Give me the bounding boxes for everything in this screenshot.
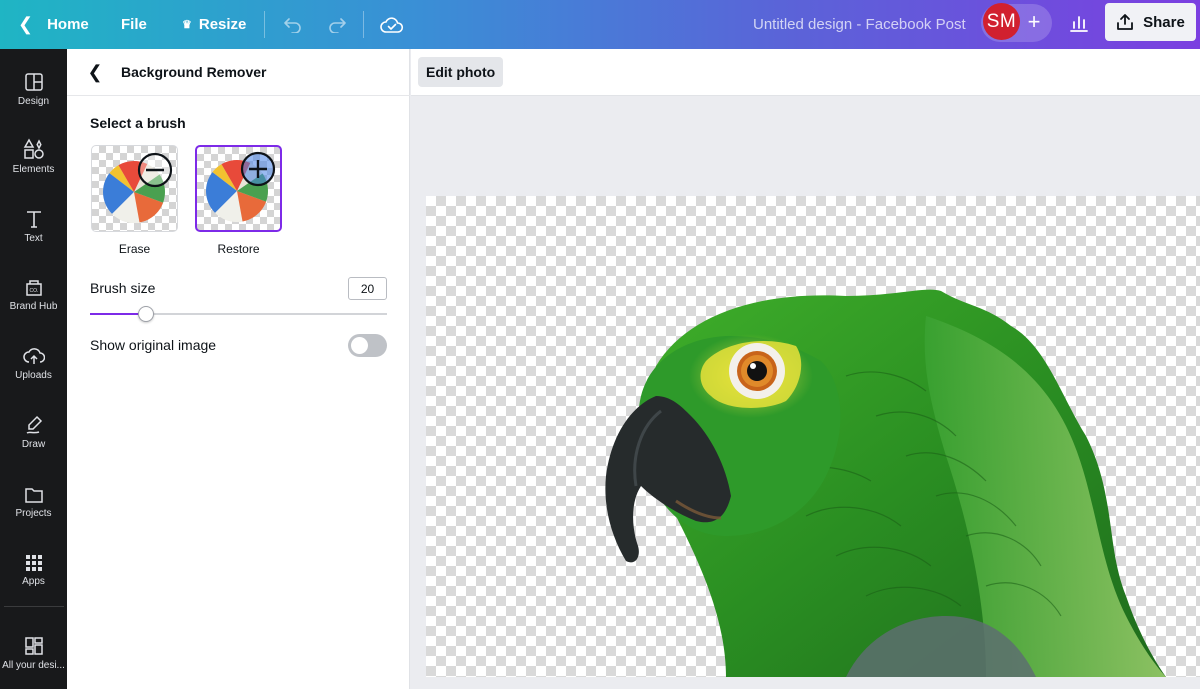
beach-ball-erase-thumbnail <box>103 152 173 223</box>
rail-label: Brand Hub <box>9 301 58 312</box>
draw-icon <box>26 415 42 434</box>
brand-hub-icon: CO. <box>25 280 42 296</box>
rail-item-all-designs[interactable]: All your desi... <box>0 626 67 686</box>
erase-brush-option[interactable] <box>91 145 178 232</box>
crown-icon: ♛ <box>182 19 192 31</box>
context-toolbar: Edit photo <box>411 49 1200 96</box>
edit-photo-button[interactable]: Edit photo <box>418 57 504 87</box>
file-label: File <box>121 16 147 33</box>
rail-label: Text <box>24 233 43 244</box>
rail-item-brand-hub[interactable]: CO. Brand Hub <box>0 267 67 327</box>
elements-icon <box>23 138 44 159</box>
rail-label: Elements <box>12 164 55 175</box>
toggle-knob <box>351 337 368 354</box>
background-remover-panel: ❮ Background Remover Select a brush Eras… <box>67 49 410 689</box>
home-button[interactable]: ❮ Home <box>18 0 89 49</box>
rail-item-projects[interactable]: Projects <box>0 474 67 534</box>
brush-size-label: Brush size <box>90 280 156 296</box>
svg-text:CO.: CO. <box>29 288 38 294</box>
rail-item-design[interactable]: Design <box>0 62 67 122</box>
rail-label: Draw <box>21 439 46 450</box>
rail-label: Apps <box>22 576 45 587</box>
restore-brush-option[interactable] <box>195 145 282 232</box>
uploads-icon <box>22 348 45 364</box>
design-icon <box>24 73 43 91</box>
panel-header: ❮ Background Remover <box>67 49 410 96</box>
bar-chart-icon <box>1070 16 1088 32</box>
insights-button[interactable] <box>1062 5 1096 41</box>
rail-label: Projects <box>15 508 52 519</box>
divider <box>363 11 364 38</box>
cloud-check-icon <box>380 17 404 33</box>
beach-ball-restore-thumbnail <box>206 151 276 222</box>
brush-size-slider-thumb[interactable] <box>138 306 155 322</box>
file-menu-button[interactable]: File <box>121 0 147 49</box>
projects-icon <box>24 488 43 503</box>
show-original-label: Show original image <box>90 337 217 353</box>
rail-divider <box>4 606 64 607</box>
rail-label: Uploads <box>15 370 52 381</box>
divider <box>264 11 265 38</box>
rail-item-elements[interactable]: Elements <box>0 130 67 190</box>
left-rail: Design Elements Text CO. Brand Hub Uploa… <box>0 49 67 689</box>
restore-label: Restore <box>217 242 260 256</box>
share-label: Share <box>1143 13 1185 31</box>
select-brush-label: Select a brush <box>90 115 186 131</box>
rail-item-uploads[interactable]: Uploads <box>0 336 67 396</box>
erase-label: Erase <box>118 242 151 256</box>
text-icon <box>26 211 41 228</box>
chevron-left-icon: ❮ <box>18 14 34 34</box>
panel-title: Background Remover <box>121 64 267 80</box>
redo-icon <box>329 18 346 33</box>
save-status-button[interactable] <box>379 12 405 38</box>
show-original-toggle[interactable] <box>348 334 387 357</box>
home-label: Home <box>47 16 89 33</box>
all-designs-icon <box>24 637 43 655</box>
invite-plus-icon[interactable]: + <box>1022 8 1046 36</box>
resize-button[interactable]: ♛ Resize <box>182 0 246 49</box>
share-button[interactable]: Share <box>1105 3 1196 41</box>
rail-item-apps[interactable]: Apps <box>0 542 67 602</box>
undo-button[interactable] <box>280 12 306 38</box>
redo-button[interactable] <box>324 12 350 38</box>
resize-label: Resize <box>198 16 247 33</box>
top-bar: ❮ Home File ♛ Resize Untitled design - F… <box>0 0 1200 49</box>
avatar[interactable]: SM <box>983 3 1020 40</box>
brush-size-input[interactable]: 20 <box>348 277 387 300</box>
design-title[interactable]: Untitled design - Facebook Post <box>753 0 966 49</box>
undo-icon <box>284 18 301 33</box>
rail-label: All your desi... <box>2 660 65 671</box>
rail-item-draw[interactable]: Draw <box>0 405 67 465</box>
apps-icon <box>25 555 42 571</box>
rail-item-text[interactable]: Text <box>0 199 67 259</box>
upload-icon <box>1117 14 1134 30</box>
parrot-image[interactable] <box>426 196 1200 677</box>
design-canvas[interactable] <box>426 196 1200 677</box>
rail-label: Design <box>17 96 50 107</box>
chevron-left-icon: ❮ <box>87 61 103 82</box>
back-button[interactable]: ❮ <box>87 62 103 82</box>
